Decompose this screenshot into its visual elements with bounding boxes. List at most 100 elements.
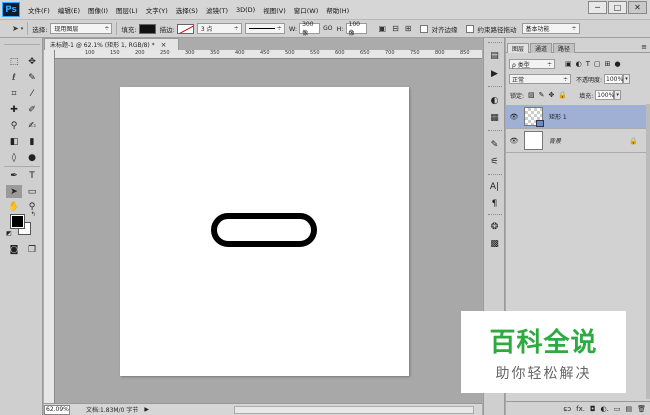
history-panel-icon[interactable]: ▤	[487, 50, 502, 62]
hand-tool-icon[interactable]: ✋	[6, 200, 22, 213]
menu-layer[interactable]: 图层(L)	[116, 5, 138, 15]
tab-layers[interactable]: 图层	[507, 43, 530, 53]
marquee-tool-icon[interactable]: ⬚	[6, 55, 22, 68]
default-colors-icon[interactable]: ◩	[5, 229, 13, 237]
menu-edit[interactable]: 编辑(E)	[58, 5, 80, 15]
document-tab-close-icon[interactable]: ×	[161, 41, 167, 49]
stroke-type-dropdown[interactable]	[244, 23, 285, 34]
height-input[interactable]: 100 像	[345, 21, 367, 37]
blend-mode-dropdown[interactable]: 正常	[509, 74, 571, 84]
filter-type-icon[interactable]: T	[586, 60, 590, 68]
move-tool-icon[interactable]: ➤	[12, 24, 19, 33]
fill-color-swatch[interactable]	[138, 23, 156, 34]
gradient-tool-icon[interactable]: ▮	[24, 135, 40, 148]
color-panel-icon[interactable]: ◐	[487, 95, 502, 107]
new-layer-icon[interactable]: ▤	[625, 405, 632, 413]
pen-tool-icon[interactable]: ✒	[6, 169, 22, 182]
filter-smart-object-icon[interactable]: ⊞	[605, 60, 611, 68]
crop-tool-icon[interactable]: ⌗	[6, 87, 22, 100]
menu-file[interactable]: 文件(F)	[28, 5, 50, 15]
move-tool-icon[interactable]: ✥	[24, 55, 40, 68]
layer-row-rectangle[interactable]: 👁 矩形 1	[506, 105, 646, 129]
constrain-path-checkbox[interactable]	[465, 24, 474, 33]
path-selection-tool-icon[interactable]: ➤	[6, 185, 22, 198]
menu-window[interactable]: 窗口(W)	[294, 5, 319, 15]
healing-brush-tool-icon[interactable]: ✚	[6, 103, 22, 116]
close-button[interactable]: ✕	[628, 1, 647, 14]
lasso-tool-icon[interactable]: ℓ	[6, 71, 22, 84]
3d-panel-icon[interactable]: ❂	[487, 221, 502, 233]
horizontal-scrollbar[interactable]	[234, 406, 474, 414]
tab-channels[interactable]: 通道	[530, 43, 553, 53]
menu-select[interactable]: 选择(S)	[176, 5, 198, 15]
visibility-eye-icon[interactable]: 👁	[508, 113, 520, 121]
filter-adjustment-icon[interactable]: ◐	[576, 60, 582, 68]
swap-colors-icon[interactable]: ↰	[29, 210, 37, 218]
layer-style-icon[interactable]: fx.	[576, 405, 585, 413]
path-operations-icon[interactable]: ▣	[379, 24, 387, 33]
adjustments-panel-icon[interactable]: ⚟	[487, 156, 502, 168]
filter-pixel-icon[interactable]: ▣	[565, 60, 572, 68]
width-input[interactable]: 300 像	[299, 21, 321, 37]
character-panel-icon[interactable]: A|	[487, 181, 502, 193]
visibility-eye-icon[interactable]: 👁	[508, 137, 520, 145]
menu-view[interactable]: 视图(V)	[263, 5, 286, 15]
grid-panel-icon[interactable]: ▩	[487, 238, 502, 250]
fill-slider-button[interactable]: ▾	[614, 90, 622, 100]
menu-image[interactable]: 图像(I)	[88, 5, 108, 15]
lock-transparent-icon[interactable]: ▨	[528, 91, 535, 99]
workspace-dropdown[interactable]: 基本功能	[521, 23, 580, 34]
type-tool-icon[interactable]: T	[24, 169, 40, 182]
eraser-tool-icon[interactable]: ◧	[6, 135, 22, 148]
blur-tool-icon[interactable]: ◊	[6, 151, 22, 164]
swatches-panel-icon[interactable]: ▦	[487, 112, 502, 124]
new-group-icon[interactable]: ▭	[614, 405, 621, 413]
document-tab[interactable]: 未标题-1 @ 62.1% (矩形 1, RGB/8) * ×	[44, 38, 179, 50]
adjustment-layer-icon[interactable]: ◐.	[601, 405, 609, 413]
path-arrangement-icon[interactable]: ⊞	[405, 24, 412, 33]
stroke-width-field[interactable]: 3 点	[196, 23, 242, 34]
quick-mask-icon[interactable]: ◙	[6, 243, 22, 256]
add-mask-icon[interactable]: ◘	[590, 405, 596, 413]
opacity-input[interactable]: 100%	[604, 74, 623, 84]
menu-filter[interactable]: 滤镜(T)	[206, 5, 228, 15]
tool-preset-arrow-icon[interactable]: ▾	[21, 26, 24, 32]
brush-presets-icon[interactable]: ✎	[487, 139, 502, 151]
tab-paths[interactable]: 路径	[553, 43, 576, 53]
menu-3d[interactable]: 3D(D)	[236, 6, 255, 14]
zoom-level-field[interactable]: 62.09%	[44, 404, 70, 415]
eyedropper-tool-icon[interactable]: ⁄	[24, 87, 40, 100]
layers-scrollbar[interactable]	[646, 104, 650, 399]
link-layers-icon[interactable]: ɕɔ	[563, 405, 571, 413]
brush-tool-icon[interactable]: ✐	[24, 103, 40, 116]
canvas-workspace[interactable]	[56, 60, 482, 403]
align-edges-checkbox[interactable]	[419, 24, 428, 33]
paragraph-panel-icon[interactable]: ¶	[487, 198, 502, 210]
rounded-rectangle-shape[interactable]	[211, 213, 317, 247]
fill-input[interactable]: 100%	[595, 90, 614, 100]
rectangle-tool-icon[interactable]: ▭	[24, 185, 40, 198]
select-layer-dropdown[interactable]: 现用图层	[50, 23, 113, 34]
history-brush-tool-icon[interactable]: ✍	[24, 119, 40, 132]
screen-mode-icon[interactable]: ❐	[24, 243, 40, 256]
link-dimensions-icon[interactable]: GO	[323, 25, 332, 32]
panel-menu-icon[interactable]: ≡	[641, 43, 647, 51]
menu-help[interactable]: 帮助(H)	[326, 5, 349, 15]
clone-stamp-tool-icon[interactable]: ⚲	[6, 119, 22, 132]
menu-type[interactable]: 文字(Y)	[146, 5, 168, 15]
delete-layer-icon[interactable]: 🗑	[637, 405, 646, 413]
maximize-button[interactable]: □	[608, 1, 627, 14]
path-alignment-icon[interactable]: ⊟	[392, 24, 399, 33]
lock-position-icon[interactable]: ✥	[549, 91, 555, 99]
layer-row-background[interactable]: 👁 背景 🔒	[506, 129, 646, 153]
dodge-tool-icon[interactable]: ●	[24, 151, 40, 164]
status-menu-arrow-icon[interactable]: ▶	[144, 406, 149, 413]
actions-panel-icon[interactable]: ▶	[487, 68, 502, 80]
filter-toggle-icon[interactable]: ●	[615, 60, 621, 68]
foreground-color-swatch[interactable]	[10, 214, 25, 229]
lock-all-icon[interactable]: 🔒	[558, 91, 567, 99]
quick-select-tool-icon[interactable]: ✎	[24, 71, 40, 84]
layer-filter-dropdown[interactable]: ρ 类型	[509, 59, 555, 69]
filter-shape-icon[interactable]: ▢	[594, 60, 601, 68]
lock-pixels-icon[interactable]: ✎	[539, 91, 545, 99]
